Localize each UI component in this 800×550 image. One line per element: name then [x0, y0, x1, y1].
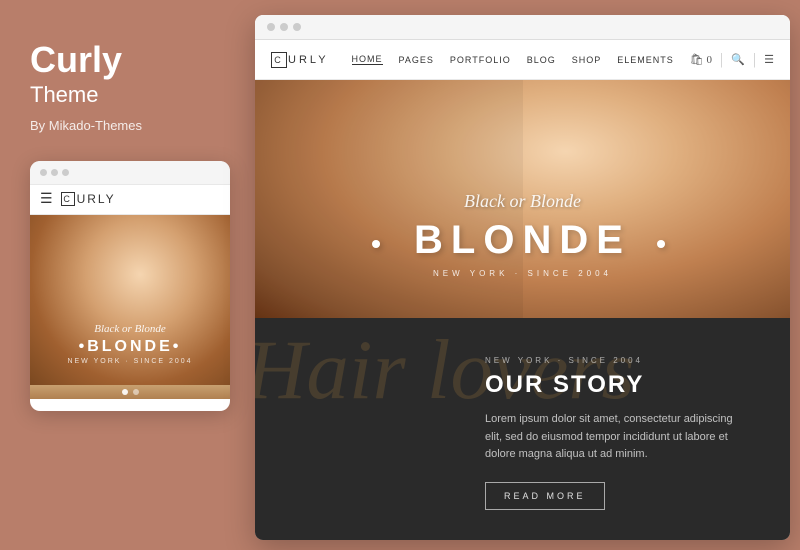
hero-content: Black or Blonde • BLONDE • NEW YORK · SI…: [255, 191, 790, 278]
hero-script-text: Black or Blonde: [255, 191, 790, 212]
theme-author: By Mikado-Themes: [30, 118, 215, 133]
desktop-nav-items: HOME PAGES PORTFOLIO BLOG SHOP ELEMENTS: [352, 54, 674, 65]
nav-item-elements[interactable]: ELEMENTS: [617, 55, 674, 65]
story-content: NEW YORK · SINCE 2004 OUR STORY Lorem ip…: [255, 318, 790, 540]
desktop-logo-box: C: [271, 52, 287, 68]
mobile-indicators: [30, 385, 230, 399]
nav-item-blog[interactable]: BLOG: [527, 55, 556, 65]
hero-blonde-text: • BLONDE •: [255, 218, 790, 263]
mobile-hero: Black or Blonde •BLONDE• NEW YORK · SINC…: [30, 215, 230, 385]
chrome-dot-2: [51, 169, 58, 176]
mobile-location-text: NEW YORK · SINCE 2004: [30, 358, 230, 365]
theme-subtitle: Theme: [30, 82, 215, 108]
menu-icon[interactable]: ☰: [764, 53, 774, 66]
desktop-logo: C URLY: [271, 52, 329, 68]
hero-title: BLONDE: [414, 218, 631, 262]
mobile-logo-text: URLY: [77, 192, 116, 206]
chrome-dot-1: [40, 169, 47, 176]
chrome-dot-3: [62, 169, 69, 176]
nav-item-portfolio[interactable]: PORTFOLIO: [450, 55, 511, 65]
story-location: NEW YORK · SINCE 2004: [485, 356, 740, 365]
mobile-hero-overlay: Black or Blonde •BLONDE• NEW YORK · SINC…: [30, 323, 230, 365]
chrome-dot-green: [293, 23, 301, 31]
nav-item-shop[interactable]: SHOP: [572, 55, 602, 65]
hero-location-text: NEW YORK · SINCE 2004: [255, 269, 790, 278]
theme-title: Curly: [30, 40, 215, 80]
desktop-hero: Black or Blonde • BLONDE • NEW YORK · SI…: [255, 80, 790, 318]
mobile-script-text: Black or Blonde: [30, 323, 230, 335]
mobile-blonde-text: •BLONDE•: [30, 338, 230, 356]
story-title: OUR STORY: [485, 371, 740, 399]
desktop-window-chrome: [255, 15, 790, 40]
mobile-window-chrome: [30, 161, 230, 185]
read-more-button[interactable]: READ MORE: [485, 482, 605, 510]
desktop-nav-icons: 🛍 0 | 🔍 | ☰: [690, 51, 774, 69]
desktop-navbar: C URLY HOME PAGES PORTFOLIO BLOG SHOP EL…: [255, 40, 790, 80]
chrome-dot-red: [267, 23, 275, 31]
hamburger-icon[interactable]: ☰: [40, 191, 53, 208]
desktop-preview: C URLY HOME PAGES PORTFOLIO BLOG SHOP EL…: [255, 15, 790, 540]
search-icon[interactable]: 🔍: [731, 53, 745, 66]
mobile-navbar: ☰ C URLY: [30, 185, 230, 215]
desktop-logo-text: URLY: [288, 54, 329, 66]
nav-item-home[interactable]: HOME: [352, 54, 383, 65]
indicator-2[interactable]: [133, 389, 139, 395]
hero-left-dot: •: [371, 228, 389, 259]
indicator-1[interactable]: [122, 389, 128, 395]
cart-icon[interactable]: 🛍 0: [690, 53, 712, 66]
mobile-logo-box: C: [61, 192, 75, 206]
desktop-story: Hair lovers NEW YORK · SINCE 2004 OUR ST…: [255, 318, 790, 540]
hero-right-dot: •: [656, 228, 674, 259]
mobile-preview: ☰ C URLY Black or Blonde •BLONDE• NEW YO…: [30, 161, 230, 411]
story-text: Lorem ipsum dolor sit amet, consectetur …: [485, 411, 740, 464]
nav-item-pages[interactable]: PAGES: [399, 55, 434, 65]
mobile-logo: C URLY: [61, 192, 116, 206]
chrome-dot-yellow: [280, 23, 288, 31]
left-panel: Curly Theme By Mikado-Themes ☰ C URLY Bl…: [0, 0, 245, 550]
